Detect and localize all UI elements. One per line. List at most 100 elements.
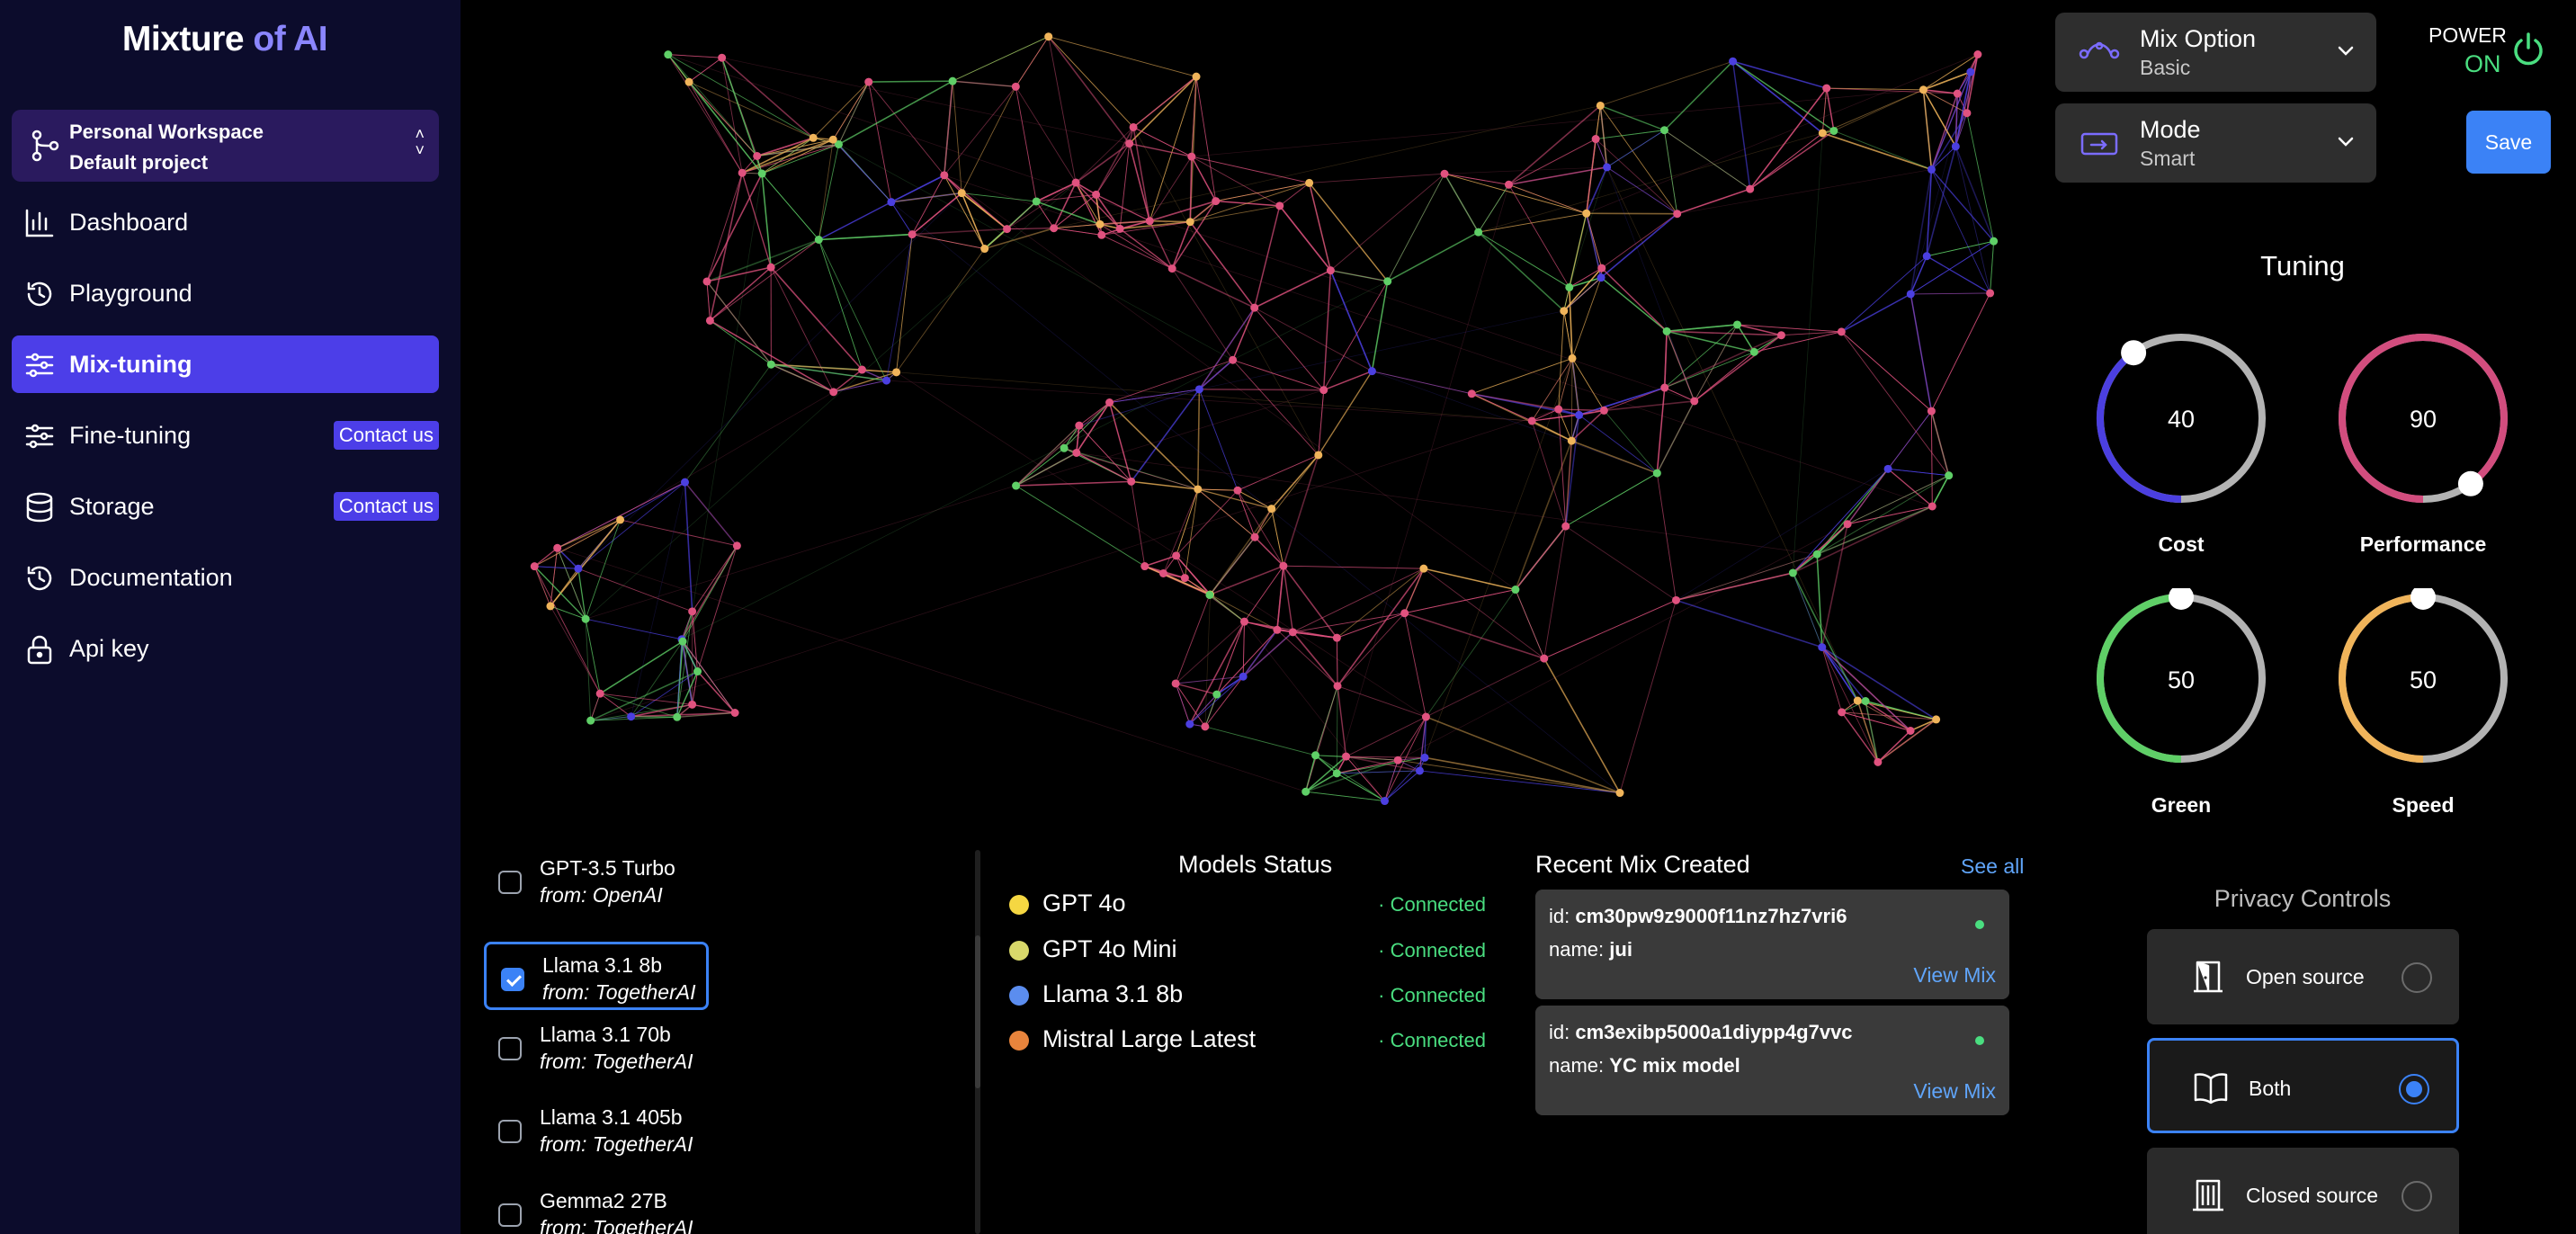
- privacy-radio[interactable]: [2402, 1181, 2432, 1212]
- graph-edge: [697, 545, 738, 672]
- view-mix-link[interactable]: View Mix: [1913, 1079, 1996, 1104]
- contact-us-badge[interactable]: Contact us: [333, 492, 439, 521]
- graph-node: [882, 376, 891, 385]
- history-icon: [27, 282, 52, 307]
- graph-edge: [1184, 488, 1199, 578]
- status-row: GPT 4o Mini · Connected: [1009, 932, 1486, 968]
- sidebar-item-storage[interactable]: Storage Contact us: [12, 478, 439, 535]
- model-item-gpt-3-5-turbo[interactable]: GPT-3.5 Turbo from: OpenAI: [484, 847, 709, 916]
- model-checkbox[interactable]: [498, 871, 522, 894]
- status-row: GPT 4o · Connected: [1009, 886, 1486, 922]
- graph-node: [957, 189, 966, 198]
- models-list-scroll-thumb[interactable]: [975, 935, 980, 1088]
- privacy-radio[interactable]: [2402, 962, 2432, 993]
- graph-node: [1504, 180, 1513, 189]
- graph-edge: [1330, 173, 1445, 271]
- graph-edge: [1076, 452, 1818, 555]
- graph-edge: [761, 139, 834, 174]
- graph-edge: [1478, 132, 1823, 233]
- graph-edge: [1694, 324, 1738, 402]
- model-checkbox[interactable]: [498, 1203, 522, 1227]
- privacy-option-closed-source[interactable]: Closed source: [2147, 1148, 2459, 1234]
- workspace-selector[interactable]: Personal Workspace Default project ˄ ˅: [12, 110, 439, 182]
- graph-node: [864, 77, 873, 86]
- sidebar-item-playground[interactable]: Playground: [12, 264, 439, 322]
- graph-edge: [1563, 213, 1588, 311]
- mode-dropdown[interactable]: Mode Smart: [2055, 103, 2376, 183]
- power-icon[interactable]: [2512, 31, 2545, 67]
- mix-status-dot: [1975, 920, 1984, 929]
- mix-id-value: cm30pw9z9000f11nz7hz7vri6: [1575, 905, 1847, 927]
- graph-node: [1367, 367, 1376, 376]
- graph-edge: [1292, 568, 1425, 633]
- graph-node: [1906, 290, 1915, 299]
- mix-network-graph: [530, 32, 1999, 806]
- graph-node: [546, 602, 555, 611]
- graph-edge: [912, 234, 985, 249]
- graph-edge: [1035, 201, 1055, 228]
- graph-edge: [1930, 410, 1950, 476]
- graph-node: [1973, 50, 1982, 59]
- graph-node: [1187, 152, 1196, 161]
- contact-us-badge[interactable]: Contact us: [333, 421, 439, 450]
- sidebar-item-mix-tuning[interactable]: Mix-tuning: [12, 335, 439, 393]
- graph-edge: [1330, 270, 1388, 282]
- graph-node: [732, 541, 741, 550]
- graph-node: [1180, 574, 1189, 583]
- graph-node: [814, 235, 823, 244]
- graph-node: [1861, 696, 1870, 705]
- model-item-llama-3-1-70b[interactable]: Llama 3.1 70b from: TogetherAI: [484, 1014, 709, 1082]
- privacy-option-both[interactable]: Both: [2147, 1038, 2459, 1133]
- graph-node: [702, 277, 711, 286]
- graph-node: [1326, 266, 1335, 275]
- graph-edge: [868, 82, 892, 202]
- knob-handle[interactable]: [2411, 588, 2436, 610]
- mix-option-icon: [2079, 41, 2120, 59]
- graph-node: [581, 614, 590, 623]
- graph-edge: [1606, 166, 1677, 215]
- chevron-down-icon: [2338, 137, 2354, 147]
- save-button[interactable]: Save: [2466, 111, 2551, 174]
- graph-edge: [1131, 480, 1198, 490]
- graph-node: [1301, 787, 1310, 796]
- model-item-llama-3-1-8b[interactable]: Llama 3.1 8b from: TogetherAI: [484, 942, 709, 1010]
- graph-edge: [1877, 730, 1911, 763]
- graph-node: [1440, 169, 1449, 178]
- model-name: Llama 3.1 70b: [540, 1023, 671, 1046]
- graph-node: [1171, 679, 1180, 688]
- graph-edge: [667, 54, 743, 174]
- knob-handle[interactable]: [2457, 470, 2483, 496]
- graph-node: [1125, 139, 1134, 148]
- model-checkbox[interactable]: [498, 1037, 522, 1060]
- graph-edge: [710, 320, 772, 365]
- view-mix-link[interactable]: View Mix: [1913, 963, 1996, 988]
- graph-node: [530, 562, 539, 571]
- sidebar-item-fine-tuning[interactable]: Fine-tuning Contact us: [12, 407, 439, 464]
- see-all-link[interactable]: See all: [1961, 854, 2024, 879]
- graph-node: [1818, 643, 1827, 652]
- sidebar-item-documentation[interactable]: Documentation: [12, 549, 439, 606]
- graph-edge: [585, 182, 1077, 620]
- model-item-llama-3-1-405b[interactable]: Llama 3.1 405b from: TogetherAI: [484, 1096, 709, 1165]
- graph-edge: [1931, 169, 1991, 294]
- knob-handle[interactable]: [2169, 588, 2194, 610]
- privacy-option-open-source[interactable]: Open source: [2147, 929, 2459, 1024]
- graph-edge: [1063, 402, 1110, 449]
- graph-edge: [1910, 293, 1932, 412]
- graph-edge: [1663, 331, 1668, 389]
- knob-handle[interactable]: [2121, 340, 2147, 366]
- model-checkbox[interactable]: [498, 1120, 522, 1143]
- sidebar-item-dashboard[interactable]: Dashboard: [12, 193, 439, 251]
- graph-node: [574, 564, 583, 573]
- model-checkbox[interactable]: [501, 968, 524, 991]
- graph-edge: [1254, 536, 1284, 567]
- graph-edge: [1840, 293, 1911, 333]
- mix-option-dropdown[interactable]: Mix Option Basic: [2055, 13, 2376, 92]
- privacy-radio[interactable]: [2399, 1074, 2429, 1104]
- graph-edge: [1052, 182, 1077, 229]
- graph-edge: [944, 81, 953, 175]
- model-item-gemma2-27b[interactable]: Gemma2 27B from: TogetherAI: [484, 1180, 709, 1234]
- sidebar-item-api-key[interactable]: Api key: [12, 620, 439, 677]
- graph-node: [1575, 410, 1584, 419]
- graph-edge: [1283, 454, 1319, 567]
